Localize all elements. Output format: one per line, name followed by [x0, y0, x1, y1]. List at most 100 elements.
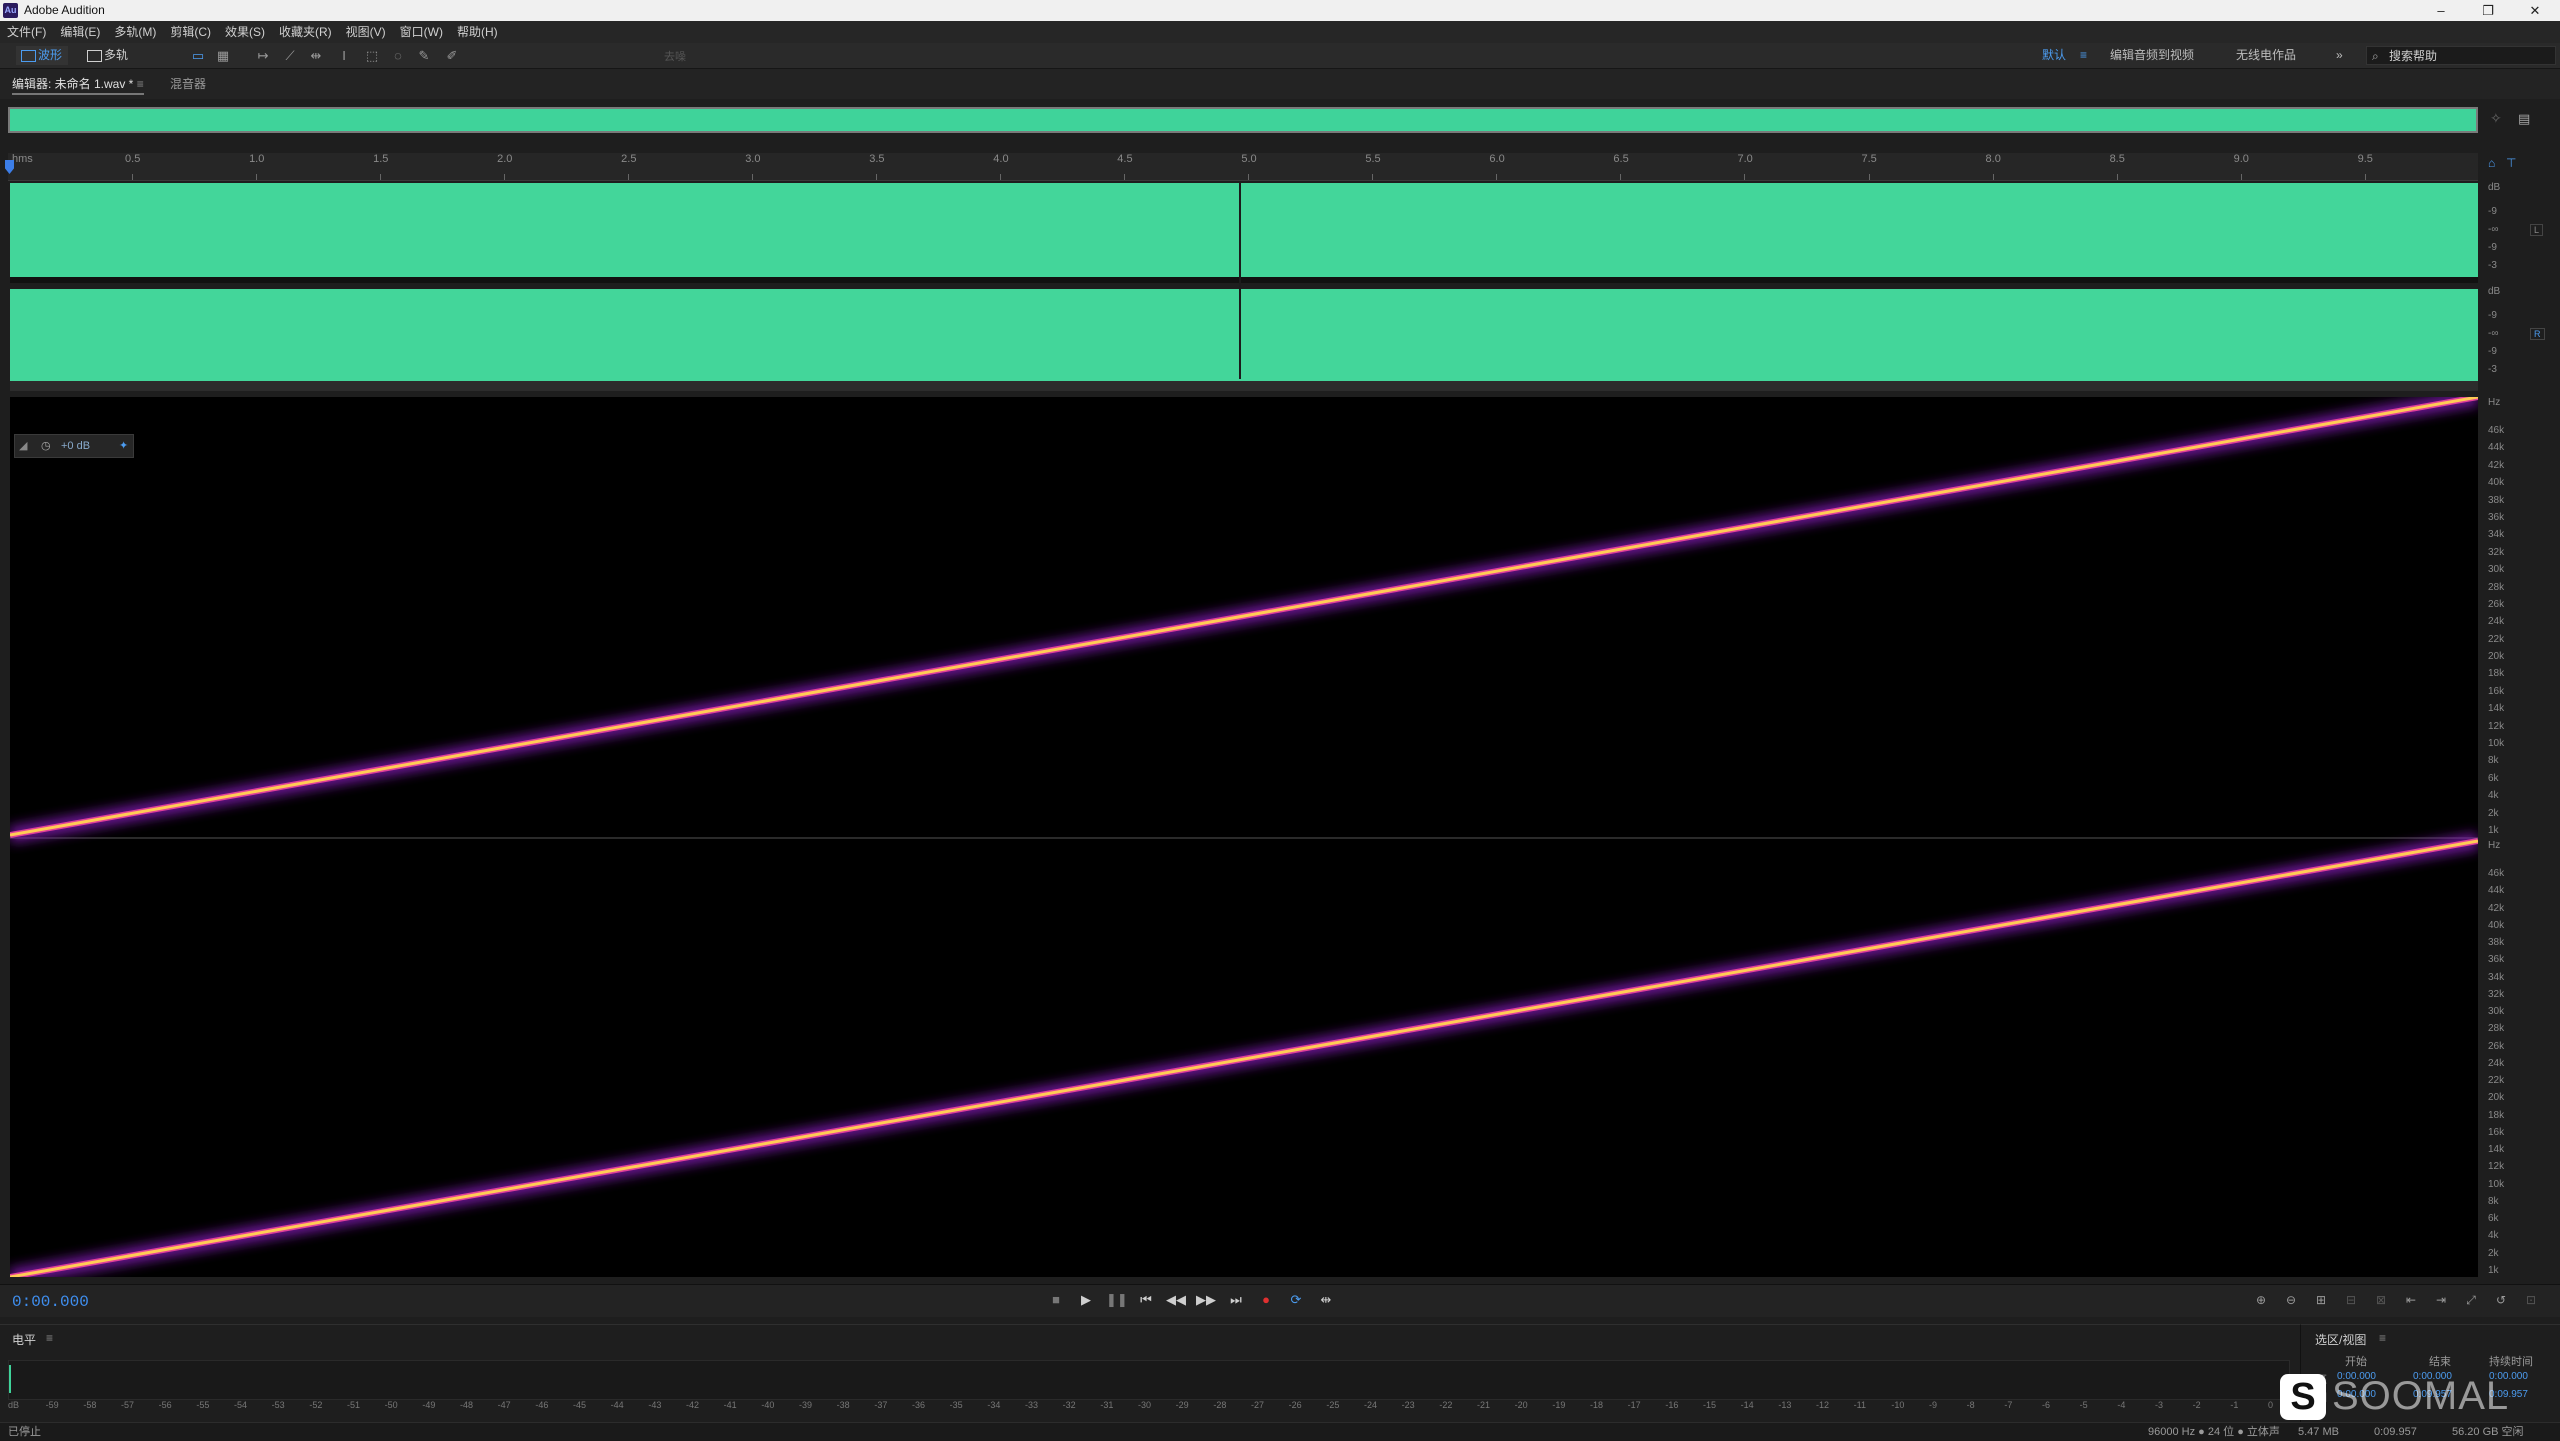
menu-edit[interactable]: 编辑(E)	[53, 21, 107, 43]
ruler-tick-label: 7.0	[1737, 153, 1753, 165]
marquee-tool-icon[interactable]: ⬚	[364, 48, 380, 64]
rewind-button[interactable]: ◀◀	[1166, 1290, 1186, 1310]
zoom-out-full-icon[interactable]: ⤢	[2462, 1291, 2480, 1309]
workspace-edit-audio-to-video[interactable]: 编辑音频到视频	[2110, 46, 2194, 65]
panel-options-icon[interactable]: ▤	[2518, 111, 2530, 127]
db-label: -9	[2488, 346, 2497, 357]
view-splitter[interactable]	[10, 381, 2478, 391]
close-button[interactable]: ✕	[2512, 0, 2558, 21]
zoom-in-start-icon[interactable]: ⇤	[2402, 1291, 2420, 1309]
loop-button[interactable]: ⟳	[1286, 1290, 1306, 1310]
record-button[interactable]: ●	[1256, 1290, 1276, 1310]
spot-healing-tool-icon[interactable]: ✐	[444, 48, 460, 64]
workspace-menu-icon[interactable]: ≡	[2080, 46, 2087, 65]
menu-multitrack[interactable]: 多轨(M)	[107, 21, 163, 43]
hz-tick-label: 1k	[2488, 825, 2499, 836]
playhead-follow-icon[interactable]: ⊤	[2506, 156, 2516, 170]
level-scale-label: -37	[874, 1400, 888, 1410]
channel-right-toggle[interactable]: R	[2530, 328, 2545, 340]
slip-tool-icon[interactable]: ⇹	[308, 48, 324, 64]
hz-tick-label: 12k	[2488, 720, 2505, 732]
hz-tick-label: 42k	[2488, 902, 2505, 914]
level-scale-label: -1	[2230, 1400, 2239, 1410]
minimize-button[interactable]: –	[2418, 0, 2464, 21]
workspace-default[interactable]: 默认	[2042, 46, 2066, 65]
zoom-selection-icon[interactable]: ⊠	[2372, 1291, 2390, 1309]
fast-forward-button[interactable]: ▶▶	[1196, 1290, 1216, 1310]
level-meter	[8, 1360, 2290, 1400]
waveform-channel-left[interactable]	[10, 183, 2478, 277]
time-selection-tool-icon[interactable]: I	[336, 48, 352, 64]
move-to-start-button[interactable]: ⏮	[1136, 1290, 1156, 1310]
workspace-radio-production[interactable]: 无线电作品	[2236, 46, 2296, 65]
ruler-tick-label: 4.0	[993, 153, 1009, 165]
spectral-display-icon[interactable]: ▦	[215, 48, 231, 64]
move-tool-icon[interactable]: ↦	[255, 48, 271, 64]
level-scale-label: -24	[1364, 1400, 1378, 1410]
hz-tick-label: 2k	[2488, 1247, 2499, 1259]
search-help-input[interactable]: ⌕ 搜索帮助	[2366, 46, 2556, 65]
hz-tick-label: 4k	[2488, 1230, 2499, 1242]
channel-left-toggle[interactable]: L	[2530, 224, 2544, 236]
menu-file[interactable]: 文件(F)	[0, 21, 53, 43]
pause-button[interactable]: ❚❚	[1106, 1290, 1128, 1310]
zoom-in-time-icon[interactable]: ⊞	[2312, 1291, 2330, 1309]
move-to-end-button[interactable]: ⏭	[1226, 1290, 1246, 1310]
tab-mixer[interactable]: 混音器	[170, 75, 206, 93]
ruler-tick-label: 3.5	[869, 153, 885, 165]
zoom-selection-fit-icon[interactable]: ⊡	[2522, 1291, 2540, 1309]
waveform-mode-button[interactable]: 波形	[16, 46, 69, 65]
db-unit-label: dB	[2488, 286, 2501, 297]
gain-knob-icon[interactable]: ◷	[41, 435, 51, 457]
more-workspaces-button[interactable]: »	[2336, 46, 2343, 65]
zoom-in-end-icon[interactable]: ⇥	[2432, 1291, 2450, 1309]
play-button[interactable]: ▶	[1076, 1290, 1096, 1310]
hud-gain-control[interactable]: ◢ ◷ +0 dB ✦	[14, 434, 134, 458]
menu-clip[interactable]: 剪辑(C)	[163, 21, 218, 43]
lasso-tool-icon[interactable]: ◌	[390, 48, 406, 64]
hz-tick-label: 6k	[2488, 1213, 2499, 1225]
brush-tool-icon[interactable]: ✎	[416, 48, 432, 64]
zoom-out-time-icon[interactable]: ⊟	[2342, 1291, 2360, 1309]
level-panel-menu-icon[interactable]: ≡	[46, 1331, 53, 1345]
pin-icon[interactable]: ✦	[119, 435, 128, 457]
level-scale-label: -56	[158, 1400, 172, 1410]
toolbar: 波形 多轨 ▭ ▦ ↦ ⟋ ⇹ I ⬚ ◌ ✎ ✐ 去噪 默认 ≡ 编辑音频到视…	[0, 43, 2560, 69]
db-unit-label: dB	[2488, 182, 2501, 193]
overview-navigator[interactable]	[8, 107, 2478, 133]
level-scale-label: 0	[2268, 1400, 2274, 1410]
level-scale-label: -7	[2004, 1400, 2013, 1410]
spectral-frequency-display[interactable]	[10, 397, 2478, 1277]
watermark-text: SOOMAL	[2332, 1374, 2510, 1418]
stop-button[interactable]: ■	[1046, 1290, 1066, 1310]
skip-selection-button[interactable]: ⇹	[1316, 1290, 1336, 1310]
menu-effects[interactable]: 效果(S)	[218, 21, 272, 43]
selection-panel-menu-icon[interactable]: ≡	[2379, 1331, 2386, 1345]
panel-menu-icon[interactable]: ≡	[137, 77, 144, 91]
level-scale-label: -41	[723, 1400, 737, 1410]
waveform-channel-right[interactable]	[10, 289, 2478, 381]
maximize-button[interactable]: ❐	[2465, 0, 2511, 21]
zoom-in-amplitude-icon[interactable]: ⊕	[2252, 1291, 2270, 1309]
db-scale-right: dB -9 -∞ -9 -3	[2480, 286, 2510, 386]
level-scale-label: -4	[2117, 1400, 2126, 1410]
menu-window[interactable]: 窗口(W)	[393, 21, 450, 43]
time-ruler[interactable]: hms 0.5 1.0 1.5 2.0 2.5 3.0 3.5 4.0 4.5 5.0 5.5 6.0…	[8, 153, 2478, 181]
ruler-tick-label: 2.5	[621, 153, 637, 165]
ruler-tick	[504, 174, 506, 180]
menu-favorites[interactable]: 收藏夹(R)	[272, 21, 339, 43]
level-scale-label: -30	[1138, 1400, 1152, 1410]
zoom-navigator-icon[interactable]: ✧	[2490, 110, 2502, 127]
snap-icon[interactable]: ⌂	[2488, 156, 2495, 170]
tab-editor[interactable]: 编辑器: 未命名 1.wav * ≡	[12, 75, 144, 95]
menu-view[interactable]: 视图(V)	[339, 21, 393, 43]
zoom-out-amplitude-icon[interactable]: ⊖	[2282, 1291, 2300, 1309]
razor-tool-icon[interactable]: ⟋	[282, 48, 298, 64]
timecode-display[interactable]: 0:00.000	[12, 1293, 89, 1311]
menu-help[interactable]: 帮助(H)	[450, 21, 505, 43]
waveform-display-icon[interactable]: ▭	[190, 48, 206, 64]
zoom-reset-icon[interactable]: ↺	[2492, 1291, 2510, 1309]
level-scale-label: -22	[1439, 1400, 1453, 1410]
level-scale-label: -17	[1627, 1400, 1641, 1410]
multitrack-mode-button[interactable]: 多轨	[82, 46, 134, 65]
